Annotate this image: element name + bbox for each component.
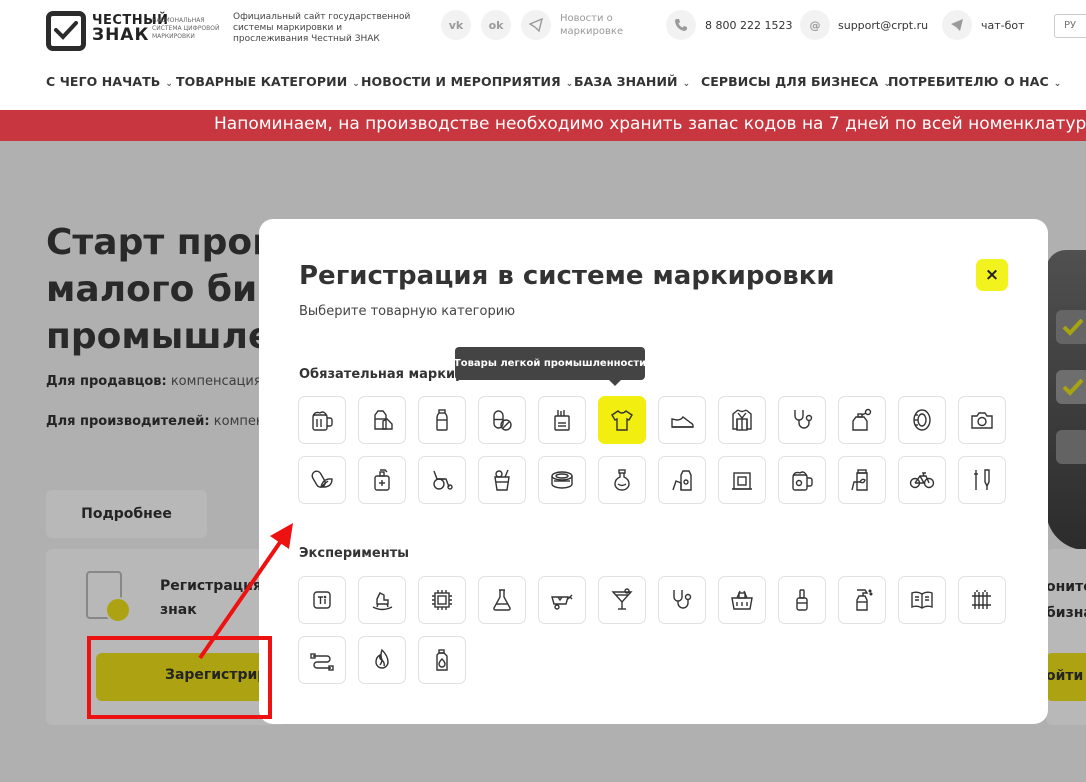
close-icon: × (984, 265, 1000, 285)
odnoklassniki-icon[interactable]: ok (481, 10, 511, 40)
heating-radiator-icon[interactable] (958, 576, 1006, 624)
perfume-icon[interactable] (838, 396, 886, 444)
news-link[interactable]: Новости о маркировке (560, 12, 640, 38)
nail-polish-icon[interactable] (778, 576, 826, 624)
vegetable-oil-icon[interactable] (838, 456, 886, 504)
camera-icon[interactable] (958, 396, 1006, 444)
reminder-banner: Напоминаем, на производстве необходимо х… (0, 110, 1086, 141)
modal-title: Регистрация в системе маркировки (299, 261, 835, 291)
canned-food-icon[interactable] (538, 456, 586, 504)
nav-item-about[interactable]: О НАС ⌄ (1004, 74, 1061, 89)
email-icon[interactable]: @ (800, 10, 830, 40)
bio-supplement-icon[interactable] (298, 456, 346, 504)
nav-item-knowledge[interactable]: БАЗА ЗНАНИЙ ⌄ (574, 74, 690, 89)
stethoscope-small-icon[interactable] (658, 576, 706, 624)
clothing-icon[interactable] (598, 396, 646, 444)
motor-oil-icon[interactable] (418, 636, 466, 684)
tire-icon[interactable] (898, 396, 946, 444)
grocery-basket-icon[interactable] (718, 576, 766, 624)
cosmetics-icon[interactable] (598, 456, 646, 504)
vk-icon[interactable]: vk (441, 10, 471, 40)
water-bottle-icon[interactable] (418, 396, 466, 444)
medicine-icon[interactable] (478, 396, 526, 444)
antiseptic-icon[interactable] (358, 456, 406, 504)
phone-icon[interactable] (666, 10, 696, 40)
medical-device-icon[interactable] (958, 456, 1006, 504)
chevron-down-icon: ⌄ (682, 79, 691, 89)
construction-icon[interactable] (538, 576, 586, 624)
nav-item-categories[interactable]: ТОВАРНЫЕ КАТЕГОРИИ ⌄ (176, 74, 360, 89)
stethoscope-icon[interactable] (778, 396, 826, 444)
annotation-highlight-box (87, 636, 272, 719)
spray-icon[interactable] (838, 576, 886, 624)
tobacco-icon[interactable] (538, 396, 586, 444)
book-icon[interactable] (898, 576, 946, 624)
main-nav: С ЧЕГО НАЧАТЬ ⌄ ТОВАРНЫЕ КАТЕГОРИИ ⌄ НОВОС… (0, 58, 1086, 110)
nav-item-news[interactable]: НОВОСТИ И МЕРОПРИЯТИЯ ⌄ (361, 74, 573, 89)
bicycle-icon[interactable] (898, 456, 946, 504)
nav-item-services[interactable]: СЕРВИСЫ ДЛЯ БИЗНЕСА ⌄ (701, 74, 891, 89)
section-experiments-label: Эксперименты (299, 546, 409, 561)
pet-food-icon[interactable] (658, 456, 706, 504)
chevron-down-icon: ⌄ (565, 79, 574, 89)
language-selector[interactable]: РУ (1054, 14, 1086, 38)
shoes-icon[interactable] (658, 396, 706, 444)
cable-icon[interactable] (298, 636, 346, 684)
support-email[interactable]: support@crpt.ru (838, 19, 928, 32)
telegram-icon[interactable] (521, 10, 551, 40)
phone-number[interactable]: 8 800 222 1523 (705, 19, 792, 32)
cocktail-icon[interactable] (598, 576, 646, 624)
beer-icon[interactable] (298, 396, 346, 444)
top-header: ЧЕСТНЫЙ ЗНАК НАЦИОНАЛЬНАЯ СИСТЕМА ЦИФРОВ… (0, 0, 1086, 58)
wheelchair-icon[interactable] (418, 456, 466, 504)
dairy-icon[interactable] (358, 396, 406, 444)
chat-bot-link[interactable]: чат-бот (981, 19, 1025, 32)
juice-icon[interactable] (478, 456, 526, 504)
flask-icon[interactable] (478, 576, 526, 624)
logo-tagline: НАЦИОНАЛЬНАЯ СИСТЕМА ЦИФРОВОЙ МАРКИРОВКИ (152, 17, 220, 40)
nav-item-start[interactable]: С ЧЕГО НАЧАТЬ ⌄ (46, 74, 173, 89)
nav-item-consumer[interactable]: ПОТРЕБИТЕЛЮ (888, 74, 999, 89)
registration-modal: Регистрация в системе маркировки Выберит… (259, 219, 1048, 724)
kvass-icon[interactable] (778, 456, 826, 504)
titanium-icon[interactable] (298, 576, 346, 624)
chevron-down-icon: ⌄ (352, 79, 360, 89)
chatbot-telegram-icon[interactable] (942, 10, 972, 40)
logo-icon[interactable] (46, 11, 86, 51)
radiator-icon[interactable] (718, 456, 766, 504)
chevron-down-icon: ⌄ (1053, 79, 1062, 89)
chevron-down-icon: ⌄ (165, 79, 174, 89)
category-tooltip: Товары легкой промышленности (454, 347, 646, 386)
toy-horse-icon[interactable] (358, 576, 406, 624)
chip-icon[interactable] (418, 576, 466, 624)
fur-coat-icon[interactable] (718, 396, 766, 444)
fire-icon[interactable] (358, 636, 406, 684)
modal-subtitle: Выберите товарную категорию (299, 304, 516, 319)
official-site-text: Официальный сайт государственной системы… (233, 12, 411, 44)
close-button[interactable]: × (976, 259, 1008, 291)
